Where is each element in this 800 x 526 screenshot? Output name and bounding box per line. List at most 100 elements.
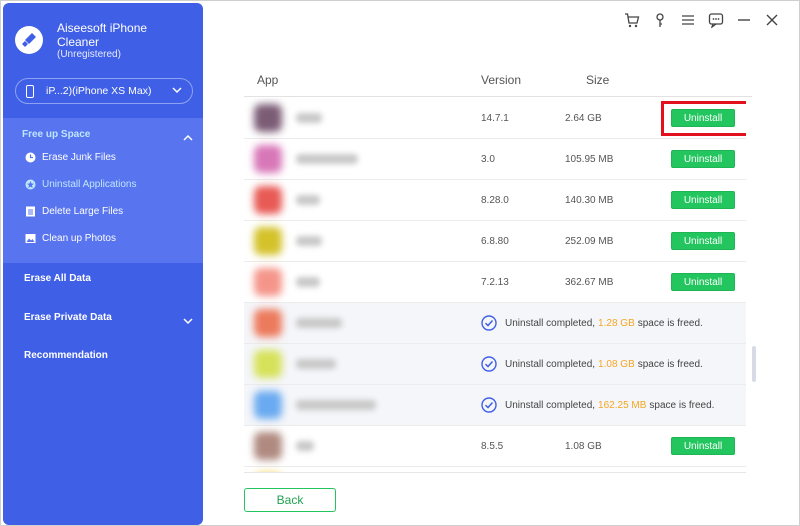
sidebar-item-uninstall-apps[interactable]: Uninstall Applications: [25, 175, 137, 193]
table-row: 6.8.80 252.09 MB Uninstall: [244, 221, 746, 262]
sidebar-item-recommendation[interactable]: Recommendation: [24, 350, 108, 361]
app-version: 3.0: [481, 154, 495, 165]
complete-text: Uninstall completed,: [505, 317, 596, 329]
app-version: 14.7.1: [481, 113, 509, 124]
table-row: 3.0 105.95 MB Uninstall: [244, 139, 746, 180]
free-up-space-section: Free up Space Erase Junk Files Uninstall…: [3, 118, 203, 263]
app-registration-status: (Unregistered): [57, 49, 121, 60]
check-circle-icon: [481, 356, 497, 372]
brush-logo-icon: [15, 26, 43, 54]
column-header-version: Version: [481, 73, 522, 87]
app-icon: [254, 350, 282, 378]
chevron-down-icon: [172, 85, 182, 98]
app-name-blurred: [296, 441, 314, 451]
back-button[interactable]: Back: [244, 488, 336, 512]
app-icon: [254, 145, 282, 173]
uninstall-complete-message: Uninstall completed, 1.28 GB space is fr…: [481, 315, 703, 331]
app-icon: [254, 309, 282, 337]
minimize-icon[interactable]: [735, 11, 753, 29]
complete-suffix: space is freed.: [649, 399, 715, 411]
app-icon: [254, 104, 282, 132]
freed-amount: 1.08 GB: [598, 358, 635, 370]
sidebar: Aiseesoft iPhone Cleaner (Unregistered) …: [3, 3, 203, 525]
app-name-blurred: [296, 236, 322, 246]
chevron-down-icon[interactable]: [183, 313, 193, 331]
app-version: 8.28.0: [481, 195, 509, 206]
sidebar-item-label: Clean up Photos: [42, 232, 116, 244]
app-window: Aiseesoft iPhone Cleaner (Unregistered) …: [0, 0, 800, 526]
app-name-blurred: [296, 195, 320, 205]
app-version: 8.5.5: [481, 441, 504, 452]
table-row: Uninstall completed, 1.08 GB space is fr…: [244, 344, 746, 385]
app-list: 14.7.1 2.64 GB Uninstall 3.0 105.95 MB U…: [244, 98, 746, 472]
app-size: 1.08 GB: [565, 441, 602, 452]
app-name-blurred: [296, 318, 342, 328]
highlight-box: [661, 101, 746, 136]
app-icon: [254, 186, 282, 214]
table-row: Uninstall completed, 1.28 GB space is fr…: [244, 303, 746, 344]
table-row: 7.2.13 362.67 MB Uninstall: [244, 262, 746, 303]
table-row: 14.7.1 2.64 GB Uninstall: [244, 98, 746, 139]
device-selector[interactable]: iP...2)(iPhone XS Max): [15, 78, 193, 104]
complete-text: Uninstall completed,: [505, 358, 596, 370]
uninstall-button[interactable]: Uninstall: [671, 273, 735, 291]
chevron-up-icon[interactable]: [183, 130, 193, 148]
file-icon: [25, 206, 36, 217]
app-size: 252.09 MB: [565, 236, 614, 247]
phone-icon: [26, 84, 34, 98]
app-icon: [254, 432, 282, 460]
cart-icon[interactable]: [623, 11, 641, 29]
uninstall-button[interactable]: Uninstall: [671, 191, 735, 209]
freed-amount: 162.25 MB: [598, 399, 647, 411]
table-row: Uninstall completed, 162.25 MB space is …: [244, 385, 746, 426]
app-icon: [254, 391, 282, 419]
sidebar-item-label: Erase Junk Files: [42, 151, 116, 163]
device-label: iP...2)(iPhone XS Max): [46, 85, 152, 97]
sidebar-item-erase-private-data[interactable]: Erase Private Data: [24, 312, 112, 323]
app-name-blurred: [296, 400, 376, 410]
sidebar-item-clean-photos[interactable]: Clean up Photos: [25, 229, 116, 247]
uninstall-complete-message: Uninstall completed, 162.25 MB space is …: [481, 397, 714, 413]
uninstall-button[interactable]: Uninstall: [671, 437, 735, 455]
sidebar-item-delete-large[interactable]: Delete Large Files: [25, 202, 123, 220]
check-circle-icon: [481, 315, 497, 331]
sidebar-item-erase-junk[interactable]: Erase Junk Files: [25, 148, 116, 166]
key-icon[interactable]: [651, 11, 669, 29]
app-version: 6.8.80: [481, 236, 509, 247]
close-icon[interactable]: [763, 11, 781, 29]
complete-suffix: space is freed.: [637, 317, 703, 329]
complete-text: Uninstall completed,: [505, 399, 596, 411]
sidebar-item-erase-all-data[interactable]: Erase All Data: [24, 273, 91, 284]
sidebar-item-label: Uninstall Applications: [42, 178, 137, 190]
app-icon: [254, 227, 282, 255]
scrollbar[interactable]: [752, 346, 756, 382]
window-toolbar: [623, 11, 781, 29]
table-row: 8.28.0 140.30 MB Uninstall: [244, 180, 746, 221]
app-name-blurred: [296, 277, 320, 287]
app-name-blurred: [296, 359, 336, 369]
clock-icon: [25, 152, 36, 163]
photo-icon: [25, 233, 36, 244]
brand: Aiseesoft iPhone Cleaner (Unregistered): [13, 19, 203, 67]
app-size: 2.64 GB: [565, 113, 602, 124]
app-name-blurred: [296, 113, 322, 123]
app-size: 362.67 MB: [565, 277, 614, 288]
star-icon: [25, 179, 36, 190]
table-header: App Version Size: [244, 71, 752, 97]
column-header-app: App: [257, 73, 279, 87]
menu-icon[interactable]: [679, 11, 697, 29]
uninstall-button[interactable]: Uninstall: [671, 150, 735, 168]
freed-amount: 1.28 GB: [598, 317, 635, 329]
app-title: Aiseesoft iPhone Cleaner: [57, 21, 148, 49]
sidebar-item-label: Delete Large Files: [42, 205, 124, 217]
column-header-size: Size: [586, 73, 610, 87]
app-icon: [254, 268, 282, 296]
divider: [244, 472, 746, 473]
table-row: 8.5.5 1.08 GB Uninstall: [244, 426, 746, 467]
app-size: 105.95 MB: [565, 154, 614, 165]
complete-suffix: space is freed.: [637, 358, 703, 370]
free-up-space-heading[interactable]: Free up Space: [22, 129, 90, 140]
feedback-icon[interactable]: [707, 11, 725, 29]
uninstall-button[interactable]: Uninstall: [671, 232, 735, 250]
app-size: 140.30 MB: [565, 195, 614, 206]
